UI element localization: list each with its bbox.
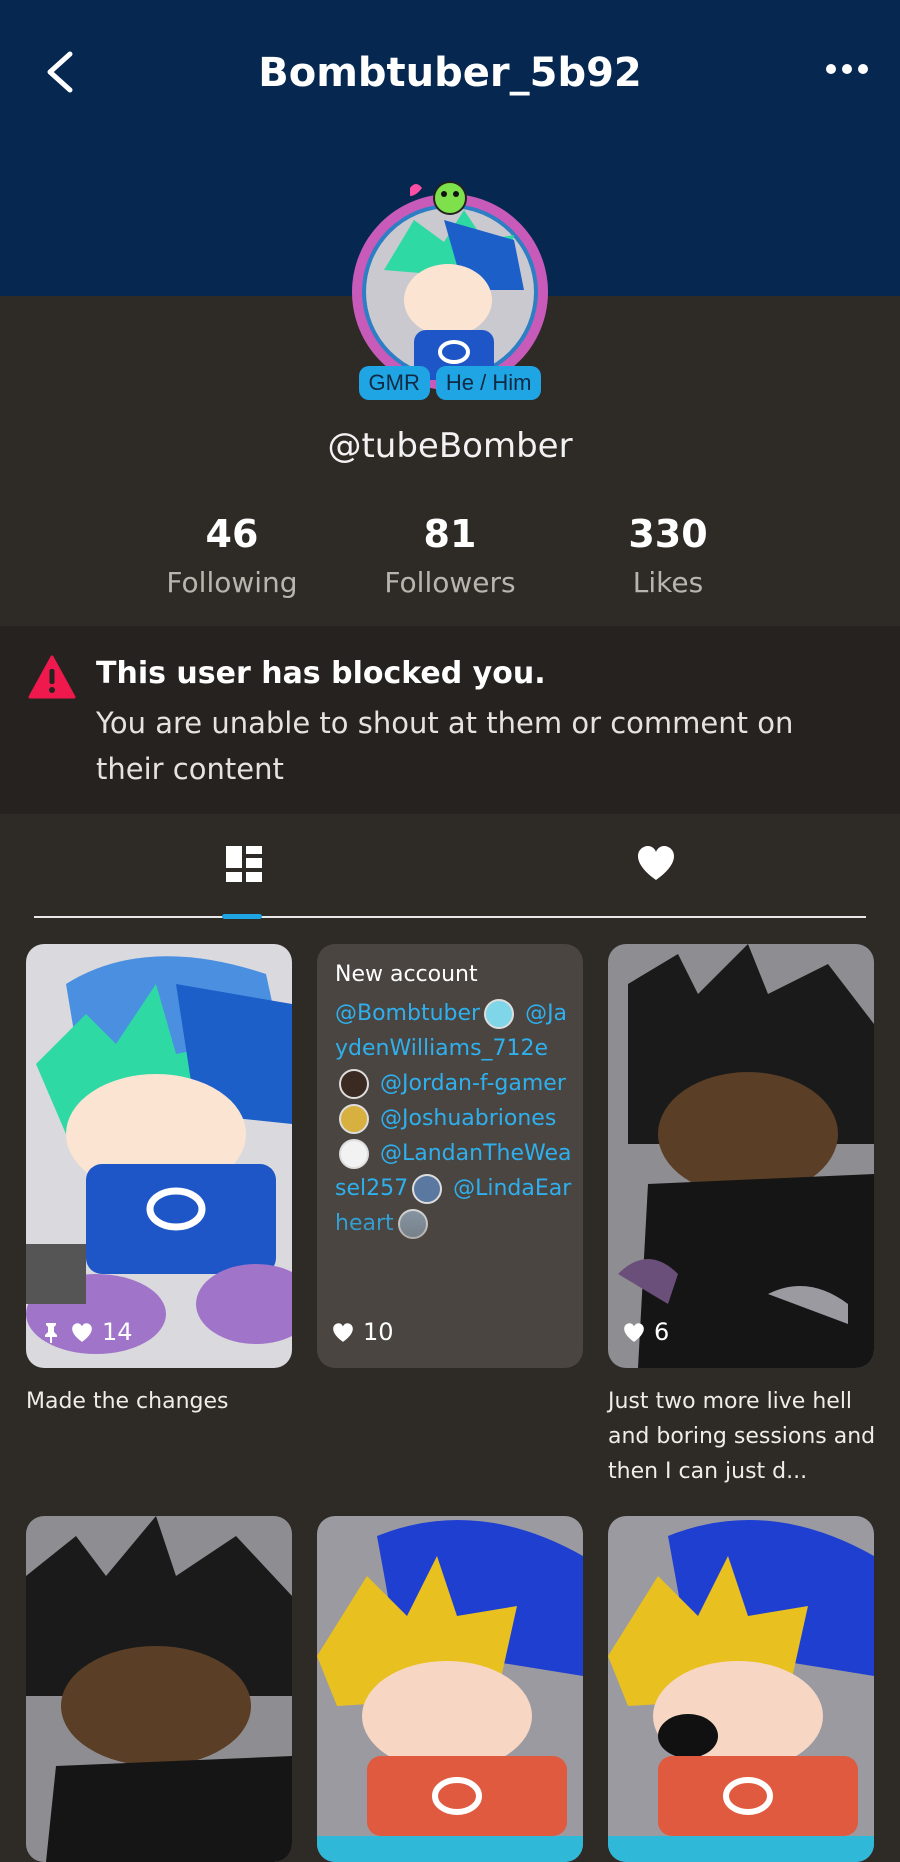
content-tabs (34, 814, 866, 919)
user-handle: @tubeBomber (327, 426, 573, 466)
stat-following[interactable]: 46 Following (122, 512, 342, 599)
likes-count: 330 (628, 512, 708, 556)
post-caption[interactable]: Just two more live hell and boring sessi… (608, 1384, 878, 1489)
post-likes: 14 (40, 1318, 133, 1346)
post-thumbnail (608, 1516, 874, 1862)
avatar[interactable] (344, 180, 556, 392)
heart-icon (624, 1323, 644, 1342)
post-likes: 10 (331, 1318, 394, 1346)
badge-pronouns: He / Him (435, 366, 542, 400)
page-title: Bombtuber_5b92 (258, 50, 642, 96)
more-icon (826, 64, 868, 74)
warning-icon (28, 655, 76, 699)
more-options-button[interactable] (818, 52, 878, 86)
stat-followers[interactable]: 81 Followers (340, 512, 560, 599)
post-thumbnail (26, 944, 292, 1368)
heart-icon (333, 1323, 353, 1342)
profile-badges: GMR He / Him (0, 366, 900, 400)
blocked-message: You are unable to shout at them or comme… (96, 706, 794, 786)
followers-count: 81 (423, 512, 477, 556)
tab-liked[interactable] (634, 842, 694, 902)
pin-icon (45, 1323, 57, 1343)
following-label: Following (166, 566, 298, 599)
post-thumbnail (608, 944, 874, 1368)
blocked-notice: This user has blocked you. You are unabl… (0, 626, 900, 814)
post-thumbnail (26, 1516, 292, 1862)
post-caption[interactable]: Made the changes (26, 1384, 296, 1419)
post-card[interactable] (26, 1516, 292, 1862)
like-count: 6 (654, 1318, 670, 1346)
mention[interactable]: @Bombtuber (335, 1001, 480, 1026)
followers-label: Followers (384, 566, 516, 599)
mention-avatar (339, 1069, 369, 1099)
stat-likes[interactable]: 330 Likes (558, 512, 778, 599)
badge-title: GMR (358, 366, 430, 400)
post-card[interactable]: 14 (26, 944, 292, 1368)
heart-icon (72, 1323, 92, 1342)
text-post-card[interactable]: New account @Bombtuber @JaydenWilliams_7… (317, 944, 583, 1368)
mention-avatar (412, 1174, 443, 1204)
post-likes: 6 (622, 1318, 669, 1346)
likes-label: Likes (632, 566, 704, 599)
post-card[interactable] (608, 1516, 874, 1862)
post-card[interactable] (317, 1516, 583, 1862)
following-count: 46 (205, 512, 259, 556)
grid-icon (226, 846, 262, 882)
app-header: Bombtuber_5b92 (0, 0, 900, 150)
text-fade (317, 1204, 583, 1314)
like-count: 14 (102, 1318, 133, 1346)
heart-icon (638, 846, 674, 880)
tab-posts[interactable] (222, 842, 282, 902)
like-count: 10 (363, 1318, 394, 1346)
mention-avatar (484, 999, 515, 1029)
mention[interactable]: @Jordan-f-gamer (380, 1071, 566, 1096)
mention-avatar (339, 1104, 369, 1134)
mention[interactable]: @Joshuabriones (380, 1106, 556, 1131)
blocked-title: This user has blocked you. (96, 656, 546, 691)
text-post-header: New account (335, 962, 478, 987)
active-tab-indicator (222, 914, 262, 919)
post-card[interactable]: 6 (608, 944, 874, 1368)
post-thumbnail (317, 1516, 583, 1862)
mention-avatar (339, 1139, 369, 1169)
